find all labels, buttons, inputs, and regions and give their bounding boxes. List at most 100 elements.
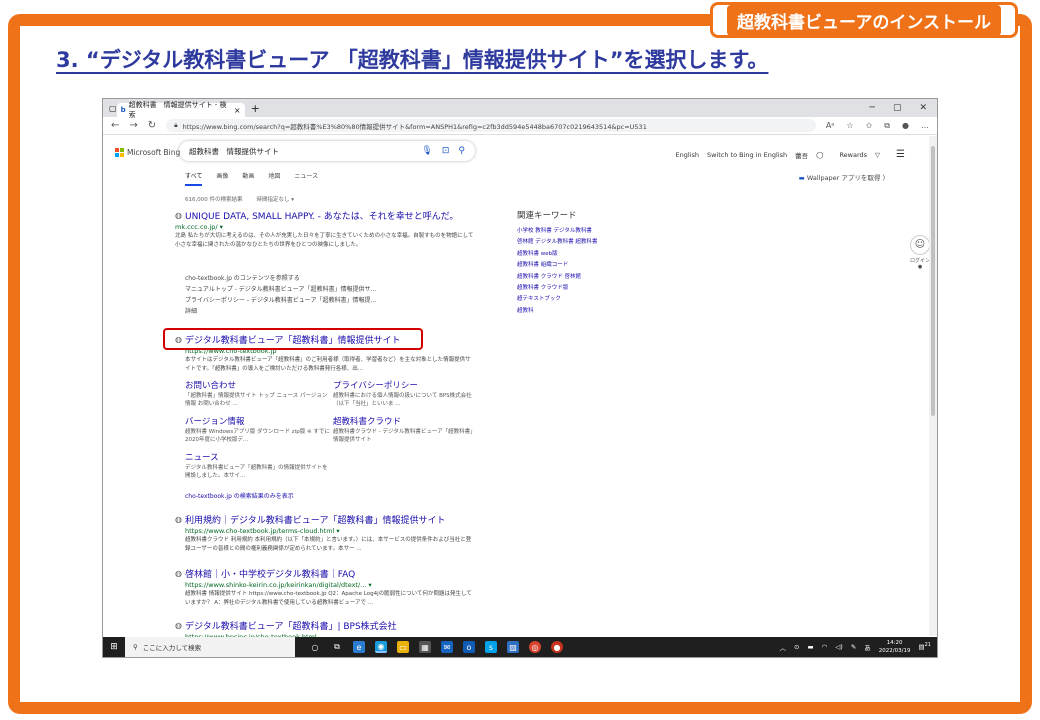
sitelink-title[interactable]: 超教科書クラウド: [333, 415, 478, 427]
search-input[interactable]: 超教科書 情報提供サイト 🎙︎ ⊡ ⚲: [179, 141, 475, 161]
related-item[interactable]: 超教科書 クラウド 啓林館: [517, 272, 637, 283]
deep-link-more[interactable]: 詳細: [185, 306, 376, 317]
windows-start-icon[interactable]: ⊞: [103, 642, 125, 652]
new-tab-icon[interactable]: +: [251, 102, 260, 115]
related-item[interactable]: 小学校 教科書 デジタル教科書: [517, 226, 637, 237]
tray-chevron-icon[interactable]: ︿: [779, 642, 786, 652]
wallpaper-icon: ▬: [798, 174, 805, 182]
minimize-icon[interactable]: ─: [870, 103, 875, 113]
scope-images[interactable]: 画像: [216, 171, 228, 186]
scope-maps[interactable]: 地図: [268, 171, 280, 186]
rewards-icon[interactable]: ▽: [875, 151, 880, 159]
window-menu-icon[interactable]: ▢: [109, 104, 117, 113]
maximize-icon[interactable]: ▢: [893, 103, 902, 113]
time-filter[interactable]: 時間指定なし ▾: [257, 195, 295, 203]
notification-icon[interactable]: ▤21: [918, 642, 931, 651]
page-scrollbar[interactable]: [929, 136, 937, 636]
result-title[interactable]: ◍ UNIQUE DATA, SMALL HAPPY. - あなたは、それを幸せ…: [175, 209, 475, 222]
store-icon[interactable]: ▦: [419, 641, 431, 653]
skype-icon[interactable]: s: [485, 641, 497, 653]
english-link[interactable]: English: [675, 151, 698, 159]
profile-icon[interactable]: ●: [902, 121, 909, 131]
section-tab: 超教科書ビューアのインストール: [710, 2, 1018, 38]
wallpaper-promo[interactable]: ▬ Wallpaper アプリを取得 〉: [799, 172, 889, 182]
globe-icon: ◍: [175, 211, 182, 220]
related-item[interactable]: 超教科: [517, 306, 637, 317]
scope-news[interactable]: ニュース: [294, 171, 318, 186]
address-bar-row: ← → ↻ 🔒︎ https://www.bing.com/search?q=超…: [103, 117, 937, 135]
red-app-icon[interactable]: ●: [551, 641, 563, 653]
deep-link[interactable]: プライバシーポリシー - デジタル教科書ビューア「超教科書」情報提...: [185, 295, 376, 306]
result-url[interactable]: https://www.cho-textbook.jp/terms-cloud.…: [185, 527, 475, 535]
result-url[interactable]: mk.ccc.co.jp/ ▾: [175, 223, 475, 231]
result-url[interactable]: https://www.shinko-keirin.co.jp/keirinka…: [185, 581, 475, 589]
task-view-icon[interactable]: ⧉: [331, 641, 343, 653]
related-item[interactable]: 超教科書 クラウド版: [517, 283, 637, 294]
volume-icon[interactable]: ◁): [835, 643, 843, 651]
related-item[interactable]: 啓林館 デジタル教科書 超教科書: [517, 237, 637, 248]
forward-icon[interactable]: →: [129, 120, 137, 131]
clock[interactable]: 14:20 2022/03/19: [879, 639, 911, 655]
windows-taskbar: ⊞ ⚲ ここに入力して検索 ○ ⧉ e ◉ ▭ ▦ ✉ o s ▨ ◎ ● ︿ …: [103, 637, 937, 657]
mail-icon[interactable]: ✉: [441, 641, 453, 653]
visual-search-icon[interactable]: ⊡: [442, 146, 450, 156]
cortana-icon[interactable]: ○: [309, 641, 321, 653]
rewards-link[interactable]: Rewards: [839, 151, 867, 159]
collections-icon[interactable]: ⧉: [884, 121, 890, 131]
refresh-icon[interactable]: ↻: [148, 120, 156, 131]
sitelink[interactable]: お問い合わせ 「超教科書」情報提供サイト トップ ニュース パージョン情報 お問…: [185, 379, 330, 408]
taskbar-search-input[interactable]: ⚲ ここに入力して検索: [125, 637, 295, 657]
sitelink-title[interactable]: お問い合わせ: [185, 379, 330, 391]
user-avatar-icon[interactable]: ◯: [816, 151, 823, 159]
wifi-icon[interactable]: ◠: [822, 643, 828, 651]
search-icon[interactable]: ⚲: [458, 146, 465, 156]
edge-active-icon[interactable]: ◉: [375, 641, 387, 653]
microphone-icon[interactable]: 🎙︎: [421, 146, 432, 156]
bing-logo[interactable]: Microsoft Bing: [115, 148, 180, 157]
favorites-icon[interactable]: ✩: [866, 121, 873, 131]
deep-link[interactable]: マニュアルトップ - デジタル教科書ビューア「超教科書」情報提供サ...: [185, 284, 376, 295]
sitelink-title[interactable]: バージョン情報: [185, 415, 330, 427]
scrollbar-thumb[interactable]: [931, 146, 935, 416]
sitelink-title[interactable]: ニュース: [185, 451, 330, 463]
edge-icon[interactable]: e: [353, 641, 365, 653]
hamburger-menu-icon[interactable]: ☰: [896, 149, 905, 160]
sitelink[interactable]: プライバシーポリシー 超教科書における個人情報の扱いについて BPS株式会社（以…: [333, 379, 478, 408]
result-title[interactable]: ◍ 啓林館｜小・中学校デジタル教科書｜FAQ: [175, 567, 475, 580]
close-tab-icon[interactable]: ×: [234, 106, 241, 115]
deep-links-header: cho-textbook.jp のコンテンツを参照する: [185, 275, 300, 282]
sitelink[interactable]: 超教科書クラウド 超教科書クラウド - デジタル教科書ビューア「超教科書」情報提…: [333, 415, 478, 444]
chat-avatar[interactable]: ☺ ログイン ●: [909, 235, 931, 270]
related-item[interactable]: 超教科書 web版: [517, 249, 637, 260]
sitelink[interactable]: ニュース デジタル教科書ビューア「超教科書」の情報提供サイトを開設しました。本サ…: [185, 451, 330, 480]
sitelink-title[interactable]: プライバシーポリシー: [333, 379, 478, 391]
file-explorer-icon[interactable]: ▭: [397, 641, 409, 653]
favorite-icon[interactable]: ☆: [846, 121, 853, 131]
more-from-site-link[interactable]: cho-textbook.jp の検索結果のみを表示: [185, 491, 294, 500]
tab-title: 超教科書 情報提供サイト - 検索: [128, 101, 227, 119]
switch-english-link[interactable]: Switch to Bing in English: [707, 151, 787, 159]
chrome-icon[interactable]: ◎: [529, 641, 541, 653]
scope-videos[interactable]: 動画: [242, 171, 254, 186]
outlook-icon[interactable]: o: [463, 641, 475, 653]
url-field[interactable]: 🔒︎ https://www.bing.com/search?q=超教科書%E3…: [166, 119, 816, 132]
result-title[interactable]: ◍ デジタル教科書ビューア「超教科書」| BPS株式会社: [175, 619, 475, 632]
related-item[interactable]: 超テキストブック: [517, 294, 637, 305]
photos-icon[interactable]: ▨: [507, 641, 519, 653]
close-window-icon[interactable]: ✕: [919, 103, 927, 113]
battery-icon[interactable]: ▬: [807, 643, 813, 651]
result-title[interactable]: ◍ 利用規約｜デジタル教科書ビューア「超教科書」情報提供サイト: [175, 513, 475, 526]
sitelink[interactable]: バージョン情報 超教科書 Windowsアプリ版 ダウンロード zip版 ※ す…: [185, 415, 330, 444]
network-icon[interactable]: ⊙: [794, 643, 799, 651]
sitelink-desc: デジタル教科書ビューア「超教科書」の情報提供サイトを開設しました。本サイ...: [185, 465, 328, 479]
more-icon[interactable]: …: [921, 121, 929, 131]
ime-indicator[interactable]: あ: [864, 642, 871, 652]
browser-tab[interactable]: b 超教科書 情報提供サイト - 検索 ×: [116, 101, 245, 119]
pen-icon[interactable]: ✎: [851, 643, 856, 651]
sitelink-desc: 「超教科書」情報提供サイト トップ ニュース パージョン情報 お問い合わせ ..…: [185, 393, 328, 407]
user-name[interactable]: 蕾吾: [795, 150, 808, 160]
back-icon[interactable]: ←: [111, 120, 119, 131]
read-aloud-icon[interactable]: Aᵃ: [826, 121, 835, 131]
scope-all[interactable]: すべて: [185, 171, 203, 186]
related-item[interactable]: 超教科書 組織コード: [517, 260, 637, 271]
